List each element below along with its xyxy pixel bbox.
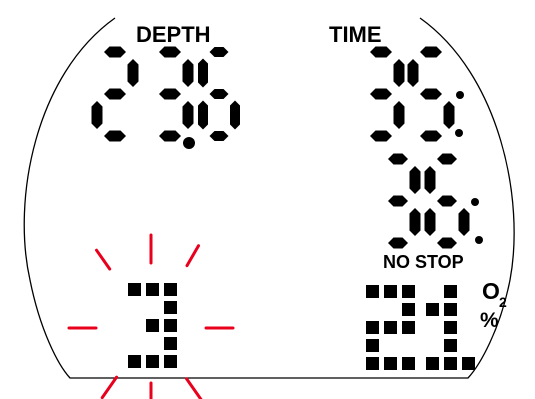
digit-3-segment-d [370, 130, 392, 142]
dive-time-seconds [388, 153, 470, 249]
digit-5-segment-d [420, 130, 442, 142]
matrix-dot [164, 355, 177, 368]
matrix-dot [384, 321, 397, 334]
colon-dot-bottom [455, 129, 463, 137]
matrix-dot [366, 339, 379, 352]
digit-6-segment-f [198, 58, 208, 88]
digit-6-segment-g [209, 89, 229, 99]
digit-2-segment-b [127, 59, 139, 87]
digit-3-segment-a [388, 153, 408, 165]
digit-3-segment-a [159, 46, 181, 58]
o2-subscript: 2 [499, 294, 507, 310]
digit-5-segment-a [420, 46, 442, 58]
depth-value [91, 46, 240, 149]
o2-percent-value [366, 285, 475, 370]
matrix-dot [402, 303, 415, 316]
flash-ray [95, 248, 112, 271]
digit-3-segment-d [159, 130, 181, 142]
digit-6-segment-e [198, 100, 208, 130]
digit-3-segment-b [182, 59, 194, 87]
time-label: TIME [329, 22, 382, 47]
dive-computer-display: DEPTH TIME NO STOP O 2 % [23, 17, 515, 399]
digit-6-segment-c [458, 208, 470, 236]
decimal-point [183, 137, 195, 149]
matrix-dot [146, 355, 159, 368]
percent-unit: % [480, 309, 499, 332]
deco-indicator-dot-matrix [128, 283, 177, 368]
flash-rays [67, 233, 235, 399]
digit-6-segment-c [230, 100, 240, 130]
digit-3-segment-c [393, 101, 405, 129]
digit-5-segment-f [407, 59, 419, 87]
matrix-dot [462, 357, 475, 370]
matrix-dot [164, 319, 177, 332]
matrix-dot [444, 303, 457, 316]
digit-3-segment-g [370, 88, 392, 100]
digit-3-segment-b [393, 59, 405, 87]
flash-ray [185, 244, 200, 268]
colon-dot-top [456, 91, 464, 99]
digit-5-segment-g [420, 88, 442, 100]
matrix-dot [146, 283, 159, 296]
matrix-dot [164, 283, 177, 296]
digit-3-segment-g [388, 195, 408, 207]
digit-2-segment-a [104, 46, 126, 58]
matrix-dot [444, 339, 457, 352]
matrix-dot [128, 355, 141, 368]
matrix-dot [366, 357, 379, 370]
digit-2-segment-e [91, 101, 103, 129]
matrix-dot [128, 283, 141, 296]
digit-5-segment-c [443, 101, 455, 129]
matrix-dot [366, 321, 379, 334]
digit-6-segment-g [437, 195, 457, 207]
matrix-dot [164, 337, 177, 350]
matrix-dot [146, 319, 159, 332]
flash-ray [100, 375, 119, 399]
no-stop-label: NO STOP [383, 252, 464, 272]
digit-6-segment-d [209, 131, 229, 141]
matrix-dot [366, 285, 379, 298]
digit-3-segment-c [409, 208, 421, 236]
digit-2-segment-d [104, 130, 126, 142]
digit-6-segment-e [424, 208, 436, 236]
digit-6-segment-a [437, 153, 457, 165]
matrix-dot [384, 285, 397, 298]
matrix-dot [426, 303, 439, 316]
matrix-dot [164, 301, 177, 314]
digit-3-segment-d [388, 237, 408, 249]
digit-3-segment-a [370, 46, 392, 58]
o2-label: O [482, 278, 500, 304]
digit-6-segment-d [437, 237, 457, 249]
depth-label: DEPTH [136, 22, 211, 47]
digit-6-segment-a [209, 47, 229, 57]
matrix-dot [426, 357, 439, 370]
matrix-dot [444, 321, 457, 334]
digit-3-segment-c [182, 101, 194, 129]
digit-3-segment-b [409, 166, 421, 194]
matrix-dot [384, 357, 397, 370]
matrix-dot [444, 357, 457, 370]
colon-dot-bottom [475, 236, 483, 244]
matrix-dot [402, 321, 415, 334]
digit-2-segment-g [104, 88, 126, 100]
digit-3-segment-g [159, 88, 181, 100]
colon-dot-top [471, 198, 479, 206]
dive-time-minutes [370, 46, 455, 142]
flash-ray [185, 377, 203, 399]
matrix-dot [402, 285, 415, 298]
digit-6-segment-f [424, 166, 436, 194]
matrix-dot [402, 357, 415, 370]
matrix-dot [444, 285, 457, 298]
deco-indicator-flashing [67, 233, 235, 399]
